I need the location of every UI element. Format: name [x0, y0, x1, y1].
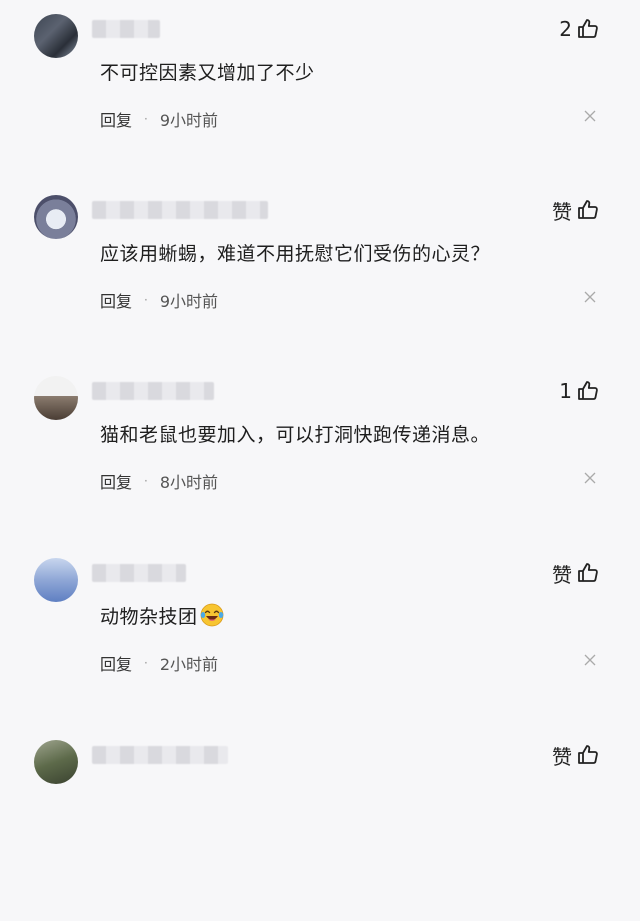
- username-blurred[interactable]: [92, 564, 186, 582]
- comment-item: 赞 动物杂技团 回复 · 2小时前: [0, 558, 640, 739]
- close-icon[interactable]: [584, 654, 596, 666]
- close-icon[interactable]: [584, 472, 596, 484]
- comment-text: 不可控因素又增加了不少: [100, 62, 315, 84]
- comment-item: 赞: [0, 740, 640, 921]
- comment-item: 1 猫和老鼠也要加入，可以打洞快跑传递消息。 回复 · 8小时前: [0, 376, 640, 557]
- comment-meta: 回复 · 9小时前: [100, 288, 218, 312]
- like-button[interactable]: 1: [559, 376, 600, 406]
- comment-text: 猫和老鼠也要加入，可以打洞快跑传递消息。: [100, 424, 491, 446]
- username-blurred[interactable]: [92, 20, 160, 38]
- avatar[interactable]: [34, 740, 78, 784]
- like-button[interactable]: 赞: [552, 740, 600, 770]
- like-label: 赞: [552, 199, 572, 224]
- reply-button[interactable]: 回复: [100, 107, 132, 131]
- comment-meta: 回复 · 9小时前: [100, 107, 218, 131]
- comment-meta: 回复 · 8小时前: [100, 469, 218, 493]
- like-label: 赞: [552, 562, 572, 587]
- like-count: 2: [559, 17, 572, 41]
- reply-button[interactable]: 回复: [100, 651, 132, 675]
- like-label: 赞: [552, 744, 572, 769]
- reply-button[interactable]: 回复: [100, 469, 132, 493]
- thumbs-up-icon: [578, 745, 598, 764]
- comment-item: 2 不可控因素又增加了不少 回复 · 9小时前: [0, 14, 640, 195]
- separator-dot: ·: [144, 293, 148, 307]
- comment-text: 应该用蜥蜴，难道不用抚慰它们受伤的心灵？: [100, 243, 491, 265]
- comment-text-content: 动物杂技团: [100, 606, 198, 628]
- thumbs-up-icon: [578, 563, 598, 582]
- username-blurred[interactable]: [92, 201, 268, 219]
- close-icon[interactable]: [584, 110, 596, 122]
- laughing-crying-emoji-icon: [200, 603, 223, 627]
- avatar[interactable]: [34, 376, 78, 420]
- comment-text: 动物杂技团: [100, 602, 225, 629]
- separator-dot: ·: [144, 656, 148, 670]
- timestamp: 2小时前: [159, 655, 219, 674]
- separator-dot: ·: [144, 474, 148, 488]
- reply-button[interactable]: 回复: [100, 288, 132, 312]
- username-blurred[interactable]: [92, 382, 214, 400]
- like-button[interactable]: 赞: [552, 195, 600, 225]
- timestamp: 8小时前: [159, 473, 219, 492]
- thumbs-up-icon: [578, 200, 598, 219]
- timestamp: 9小时前: [159, 111, 219, 130]
- avatar[interactable]: [34, 195, 78, 239]
- separator-dot: ·: [144, 112, 148, 126]
- comment-item: 赞 应该用蜥蜴，难道不用抚慰它们受伤的心灵？ 回复 · 9小时前: [0, 195, 640, 376]
- username-blurred[interactable]: [92, 746, 228, 764]
- like-count: 1: [559, 379, 572, 403]
- thumbs-up-icon: [578, 19, 598, 38]
- thumbs-up-icon: [578, 381, 598, 400]
- avatar[interactable]: [34, 558, 78, 602]
- like-button[interactable]: 2: [559, 14, 600, 44]
- close-icon[interactable]: [584, 291, 596, 303]
- like-button[interactable]: 赞: [552, 558, 600, 588]
- avatar[interactable]: [34, 14, 78, 58]
- timestamp: 9小时前: [159, 292, 219, 311]
- comment-meta: 回复 · 2小时前: [100, 651, 218, 675]
